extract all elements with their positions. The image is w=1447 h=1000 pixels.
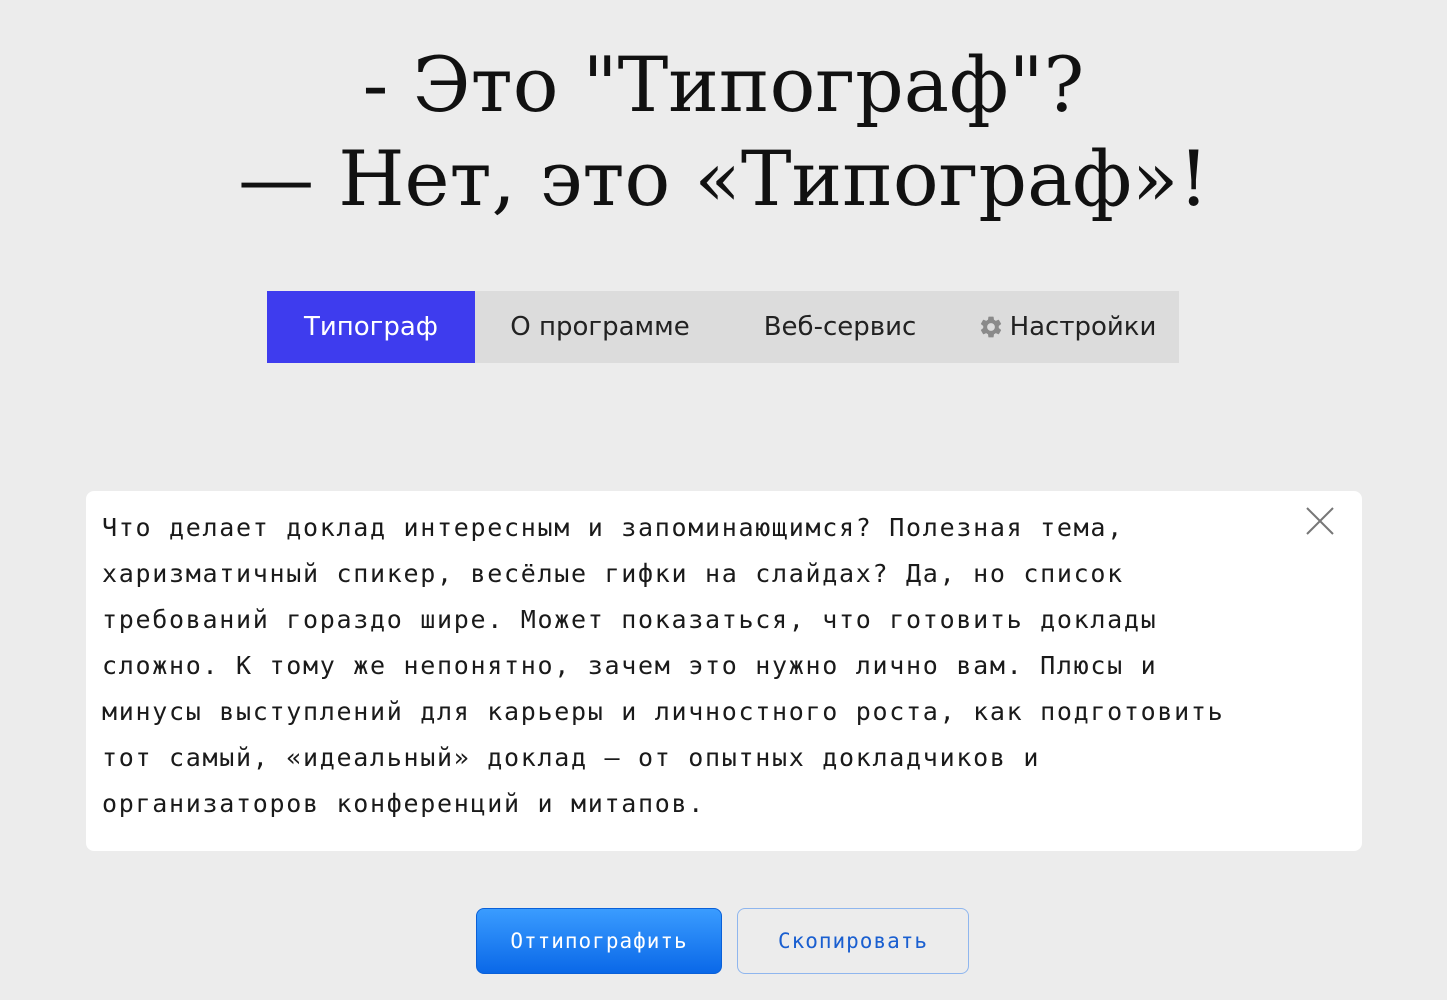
tab-typograph-label: Типограф xyxy=(303,312,438,342)
page-title: - Это "Типограф"? — Нет, это «Типограф»! xyxy=(0,38,1447,226)
tab-about[interactable]: О программе xyxy=(475,291,725,363)
tab-settings-label: Настройки xyxy=(1009,312,1157,342)
close-icon xyxy=(1306,507,1334,535)
tab-typograph[interactable]: Типограф xyxy=(267,291,475,363)
tab-web-service-label: Веб-сервис xyxy=(763,312,917,342)
title-line-1: - Это "Типограф"? xyxy=(362,40,1085,129)
gear-icon xyxy=(978,314,1004,340)
clear-button[interactable] xyxy=(1304,505,1336,537)
tab-bar: Типограф О программе Веб-сервис Настройк… xyxy=(267,291,1179,363)
tab-about-label: О программе xyxy=(510,312,690,342)
typograph-button[interactable]: Оттипографить xyxy=(476,908,722,974)
editor-text[interactable]: Что делает доклад интересным и запоминаю… xyxy=(102,505,1272,827)
tab-web-service[interactable]: Веб-сервис xyxy=(725,291,955,363)
title-line-2: — Нет, это «Типограф»! xyxy=(238,134,1209,223)
copy-button[interactable]: Скопировать xyxy=(737,908,969,974)
tab-settings[interactable]: Настройки xyxy=(955,291,1179,363)
text-editor[interactable]: Что делает доклад интересным и запоминаю… xyxy=(86,491,1362,851)
